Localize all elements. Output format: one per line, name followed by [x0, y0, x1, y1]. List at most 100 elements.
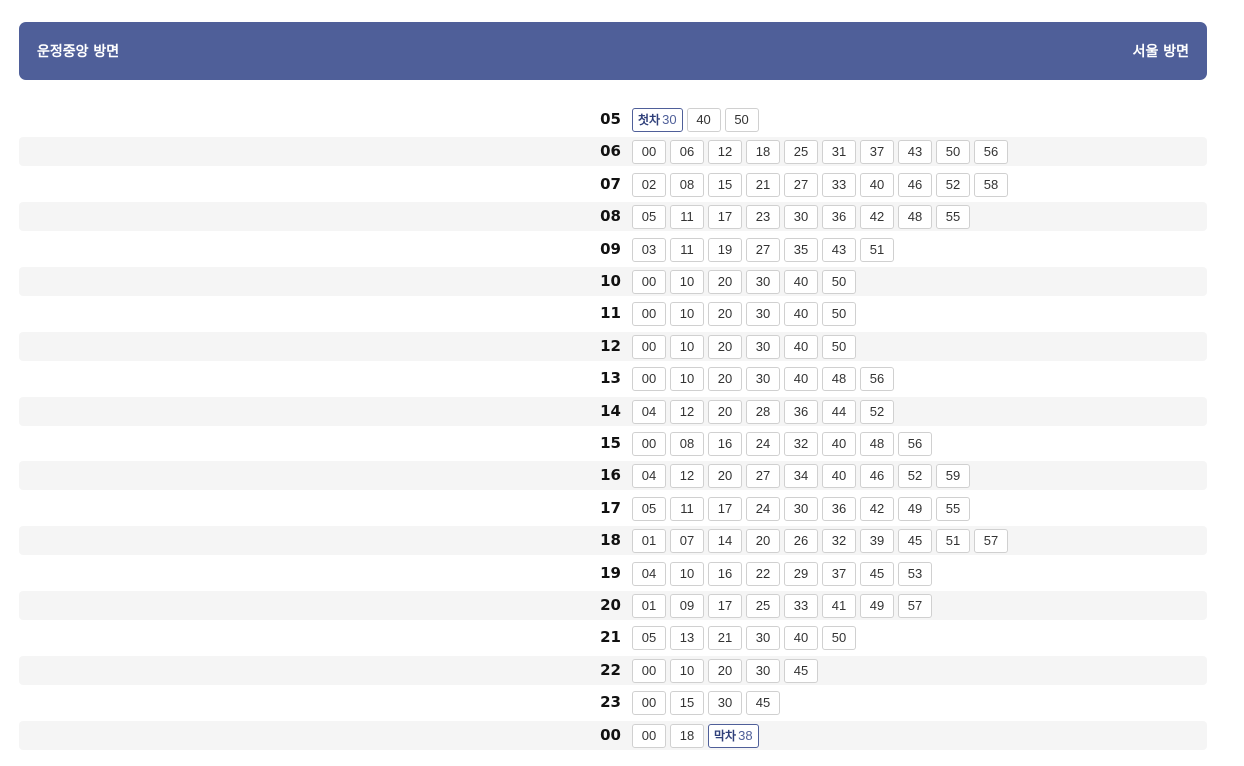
departure-minute-button[interactable]: 39 — [860, 529, 894, 553]
departure-minute-button[interactable]: 49 — [898, 497, 932, 521]
departure-minute-button[interactable]: 18 — [746, 140, 780, 164]
departure-minute-button[interactable]: 51 — [860, 238, 894, 262]
departure-minute-button[interactable]: 27 — [784, 173, 818, 197]
departure-minute-button[interactable]: 00 — [632, 335, 666, 359]
departure-minute-button[interactable]: 17 — [708, 594, 742, 618]
departure-minute-button[interactable]: 43 — [898, 140, 932, 164]
departure-minute-button[interactable]: 42 — [860, 205, 894, 229]
departure-minute-button[interactable]: 45 — [746, 691, 780, 715]
departure-minute-button[interactable]: 28 — [746, 400, 780, 424]
departure-minute-button[interactable]: 32 — [784, 432, 818, 456]
departure-minute-button[interactable]: 30 — [784, 497, 818, 521]
departure-minute-button[interactable]: 08 — [670, 432, 704, 456]
departure-minute-button[interactable]: 30 — [746, 367, 780, 391]
departure-minute-button[interactable]: 58 — [974, 173, 1008, 197]
departure-minute-button[interactable]: 10 — [670, 367, 704, 391]
departure-minute-button[interactable]: 34 — [784, 464, 818, 488]
departure-minute-button[interactable]: 17 — [708, 205, 742, 229]
departure-minute-button[interactable]: 27 — [746, 464, 780, 488]
departure-minute-button[interactable]: 45 — [860, 562, 894, 586]
special-departure-button[interactable]: 첫차 30 — [632, 108, 683, 132]
departure-minute-button[interactable]: 00 — [632, 432, 666, 456]
departure-minute-button[interactable]: 32 — [822, 529, 856, 553]
departure-minute-button[interactable]: 40 — [784, 270, 818, 294]
departure-minute-button[interactable]: 12 — [708, 140, 742, 164]
departure-minute-button[interactable]: 35 — [784, 238, 818, 262]
departure-minute-button[interactable]: 56 — [898, 432, 932, 456]
departure-minute-button[interactable]: 13 — [670, 626, 704, 650]
departure-minute-button[interactable]: 01 — [632, 594, 666, 618]
departure-minute-button[interactable]: 30 — [746, 659, 780, 683]
departure-minute-button[interactable]: 45 — [898, 529, 932, 553]
departure-minute-button[interactable]: 20 — [746, 529, 780, 553]
departure-minute-button[interactable]: 15 — [670, 691, 704, 715]
departure-minute-button[interactable]: 24 — [746, 432, 780, 456]
departure-minute-button[interactable]: 55 — [936, 497, 970, 521]
departure-minute-button[interactable]: 31 — [822, 140, 856, 164]
departure-minute-button[interactable]: 04 — [632, 464, 666, 488]
departure-minute-button[interactable]: 41 — [822, 594, 856, 618]
departure-minute-button[interactable]: 25 — [746, 594, 780, 618]
departure-minute-button[interactable]: 40 — [784, 367, 818, 391]
departure-minute-button[interactable]: 49 — [860, 594, 894, 618]
departure-minute-button[interactable]: 44 — [822, 400, 856, 424]
departure-minute-button[interactable]: 20 — [708, 400, 742, 424]
departure-minute-button[interactable]: 40 — [686, 108, 721, 132]
departure-minute-button[interactable]: 04 — [632, 562, 666, 586]
departure-minute-button[interactable]: 20 — [708, 464, 742, 488]
departure-minute-button[interactable]: 40 — [860, 173, 894, 197]
departure-minute-button[interactable]: 27 — [746, 238, 780, 262]
departure-minute-button[interactable]: 29 — [784, 562, 818, 586]
departure-minute-button[interactable]: 50 — [822, 335, 856, 359]
departure-minute-button[interactable]: 24 — [746, 497, 780, 521]
departure-minute-button[interactable]: 22 — [746, 562, 780, 586]
departure-minute-button[interactable]: 30 — [746, 302, 780, 326]
departure-minute-button[interactable]: 57 — [898, 594, 932, 618]
departure-minute-button[interactable]: 04 — [632, 400, 666, 424]
departure-minute-button[interactable]: 00 — [632, 302, 666, 326]
departure-minute-button[interactable]: 57 — [974, 529, 1008, 553]
departure-minute-button[interactable]: 00 — [632, 140, 666, 164]
departure-minute-button[interactable]: 15 — [708, 173, 742, 197]
departure-minute-button[interactable]: 07 — [670, 529, 704, 553]
departure-minute-button[interactable]: 19 — [708, 238, 742, 262]
departure-minute-button[interactable]: 08 — [670, 173, 704, 197]
departure-minute-button[interactable]: 30 — [708, 691, 742, 715]
departure-minute-button[interactable]: 12 — [670, 400, 704, 424]
departure-minute-button[interactable]: 59 — [936, 464, 970, 488]
departure-minute-button[interactable]: 11 — [670, 205, 704, 229]
departure-minute-button[interactable]: 06 — [670, 140, 704, 164]
departure-minute-button[interactable]: 50 — [822, 270, 856, 294]
departure-minute-button[interactable]: 40 — [822, 464, 856, 488]
departure-minute-button[interactable]: 36 — [822, 497, 856, 521]
departure-minute-button[interactable]: 48 — [860, 432, 894, 456]
departure-minute-button[interactable]: 20 — [708, 270, 742, 294]
departure-minute-button[interactable]: 25 — [784, 140, 818, 164]
departure-minute-button[interactable]: 01 — [632, 529, 666, 553]
departure-minute-button[interactable]: 37 — [860, 140, 894, 164]
departure-minute-button[interactable]: 48 — [898, 205, 932, 229]
departure-minute-button[interactable]: 20 — [708, 367, 742, 391]
departure-minute-button[interactable]: 56 — [974, 140, 1008, 164]
departure-minute-button[interactable]: 18 — [670, 724, 704, 748]
departure-minute-button[interactable]: 36 — [822, 205, 856, 229]
departure-minute-button[interactable]: 30 — [746, 335, 780, 359]
departure-minute-button[interactable]: 50 — [724, 108, 759, 132]
departure-minute-button[interactable]: 51 — [936, 529, 970, 553]
departure-minute-button[interactable]: 52 — [936, 173, 970, 197]
departure-minute-button[interactable]: 33 — [822, 173, 856, 197]
departure-minute-button[interactable]: 42 — [860, 497, 894, 521]
departure-minute-button[interactable]: 37 — [822, 562, 856, 586]
departure-minute-button[interactable]: 53 — [898, 562, 932, 586]
departure-minute-button[interactable]: 30 — [746, 626, 780, 650]
departure-minute-button[interactable]: 40 — [822, 432, 856, 456]
departure-minute-button[interactable]: 10 — [670, 659, 704, 683]
departure-minute-button[interactable]: 16 — [708, 562, 742, 586]
departure-minute-button[interactable]: 05 — [632, 205, 666, 229]
departure-minute-button[interactable]: 21 — [746, 173, 780, 197]
departure-minute-button[interactable]: 55 — [936, 205, 970, 229]
departure-minute-button[interactable]: 43 — [822, 238, 856, 262]
departure-minute-button[interactable]: 10 — [670, 562, 704, 586]
departure-minute-button[interactable]: 36 — [784, 400, 818, 424]
departure-minute-button[interactable]: 05 — [632, 497, 666, 521]
